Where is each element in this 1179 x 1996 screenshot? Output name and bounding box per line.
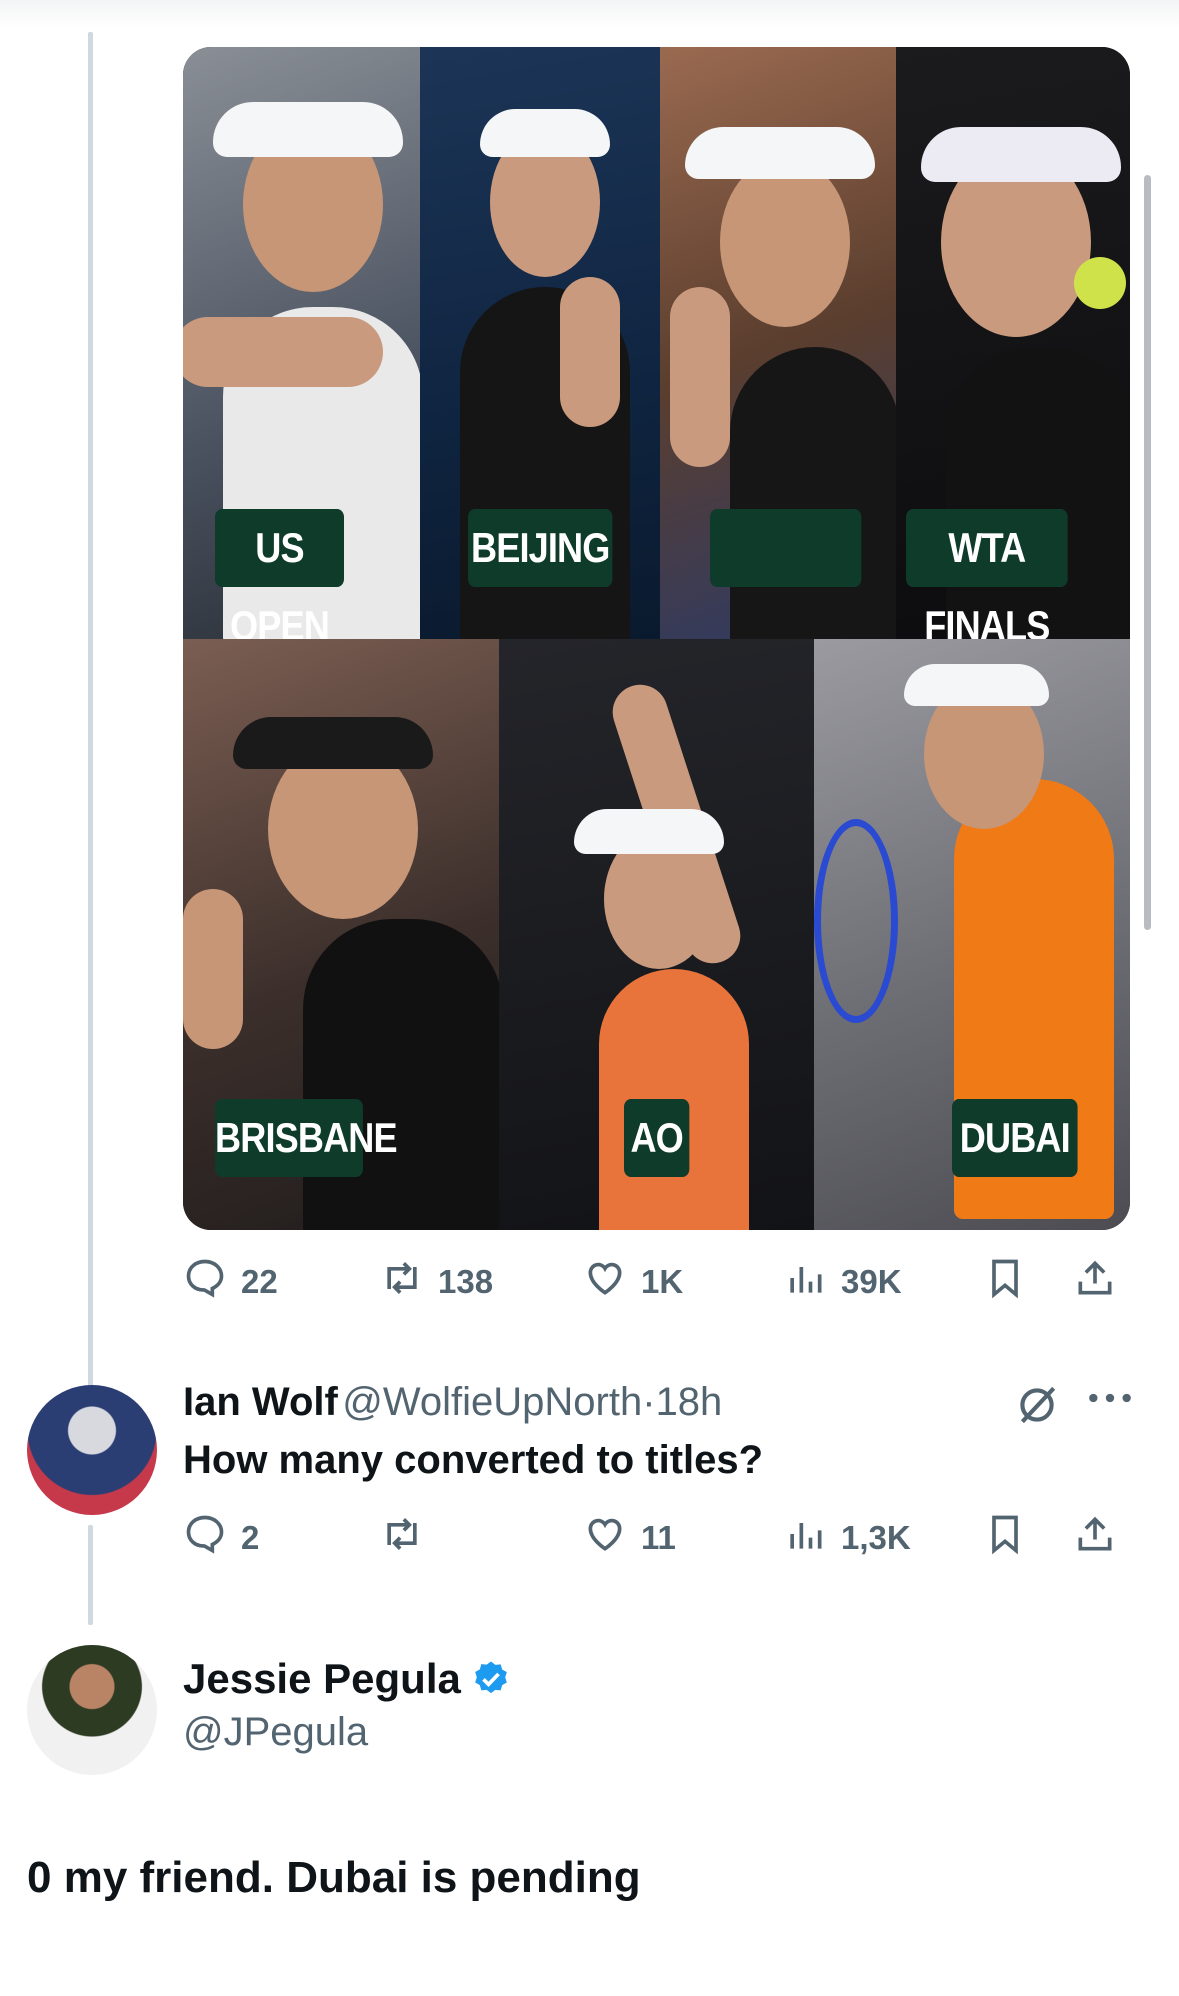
media-label-beijing: BEIJING bbox=[468, 509, 613, 587]
reply-bookmark-button[interactable] bbox=[983, 1508, 1041, 1568]
comment-icon bbox=[183, 1512, 241, 1564]
repost-icon bbox=[380, 1512, 438, 1564]
heart-icon bbox=[583, 1512, 641, 1564]
reply-reply-button[interactable]: 2 bbox=[183, 1508, 259, 1568]
media-label-wta-finals: WTA FINALS bbox=[906, 509, 1068, 639]
top-fade bbox=[0, 0, 1179, 28]
views-icon bbox=[783, 1256, 841, 1308]
reply-share-button[interactable] bbox=[1073, 1508, 1131, 1568]
grok-icon[interactable] bbox=[1012, 1380, 1062, 1430]
thread-line bbox=[88, 32, 93, 1407]
avatar-jessie-pegula[interactable] bbox=[27, 1645, 157, 1775]
tweet-media-grid[interactable]: US OPEN BEIJING WTA FINALS BRISBANE AO D… bbox=[183, 47, 1130, 1230]
reply-time[interactable]: 18h bbox=[656, 1380, 723, 1424]
share-button[interactable] bbox=[1073, 1252, 1131, 1312]
more-icon[interactable] bbox=[1085, 1388, 1135, 1418]
repost-icon bbox=[380, 1256, 438, 1308]
photo-ao[interactable]: AO bbox=[499, 639, 814, 1230]
reply-like-button[interactable]: 11 bbox=[583, 1508, 676, 1568]
photo-untitled[interactable] bbox=[660, 47, 896, 639]
reply-action-bar: 2 11 1,3K bbox=[183, 1508, 1130, 1568]
photo-wta-finals[interactable]: WTA FINALS bbox=[896, 47, 1130, 639]
media-label-ao: AO bbox=[624, 1099, 690, 1177]
focused-reply-text: 0 my friend. Dubai is pending bbox=[27, 1853, 641, 1902]
photo-us-open[interactable]: US OPEN bbox=[183, 47, 420, 639]
reply-text: How many converted to titles? bbox=[183, 1438, 764, 1482]
reply-author-handle[interactable]: @WolfieUpNorth bbox=[342, 1380, 642, 1424]
verified-icon bbox=[471, 1659, 511, 1699]
photo-brisbane[interactable]: BRISBANE bbox=[183, 639, 499, 1230]
reply-views-count: 1,3K bbox=[841, 1519, 911, 1556]
tennis-ball bbox=[1074, 257, 1126, 309]
repost-count: 138 bbox=[438, 1263, 494, 1300]
photo-dubai[interactable]: DUBAI bbox=[814, 639, 1130, 1230]
views-icon bbox=[783, 1512, 841, 1564]
tennis-racket bbox=[814, 819, 898, 1023]
thread-line bbox=[88, 1525, 93, 1625]
reply-repost-button[interactable] bbox=[380, 1508, 438, 1568]
reply-button[interactable]: 22 bbox=[183, 1252, 278, 1312]
reply-views-button[interactable]: 1,3K bbox=[783, 1508, 911, 1568]
views-count: 39K bbox=[841, 1263, 902, 1300]
meta-separator: · bbox=[642, 1380, 656, 1424]
comment-icon bbox=[183, 1256, 241, 1308]
tweet-action-bar: 22 138 1K 39K bbox=[183, 1252, 1130, 1312]
photo-beijing[interactable]: BEIJING bbox=[420, 47, 660, 639]
focused-author-handle[interactable]: @JPegula bbox=[183, 1710, 368, 1755]
bookmark-icon bbox=[983, 1256, 1041, 1308]
media-label-brisbane: BRISBANE bbox=[215, 1099, 398, 1177]
bookmark-button[interactable] bbox=[983, 1252, 1041, 1312]
media-label-us-open: US OPEN bbox=[215, 509, 344, 639]
media-label-dubai: DUBAI bbox=[952, 1099, 1078, 1177]
views-button[interactable]: 39K bbox=[783, 1252, 902, 1312]
reply-author-name[interactable]: Ian Wolf bbox=[183, 1380, 338, 1424]
reply-count: 22 bbox=[241, 1263, 278, 1300]
reply-header: Ian Wolf @WolfieUpNorth·18h bbox=[183, 1380, 722, 1425]
scrollbar[interactable] bbox=[1144, 175, 1151, 930]
repost-button[interactable]: 138 bbox=[380, 1252, 493, 1312]
avatar-ian-wolf[interactable] bbox=[27, 1385, 157, 1515]
share-icon bbox=[1073, 1256, 1131, 1308]
bookmark-icon bbox=[983, 1512, 1041, 1564]
focused-author-row: Jessie Pegula bbox=[183, 1655, 511, 1703]
reply-reply-count: 2 bbox=[241, 1519, 260, 1556]
like-button[interactable]: 1K bbox=[583, 1252, 683, 1312]
share-icon bbox=[1073, 1512, 1131, 1564]
like-count: 1K bbox=[641, 1263, 684, 1300]
reply-like-count: 11 bbox=[641, 1519, 676, 1556]
focused-author-name[interactable]: Jessie Pegula bbox=[183, 1655, 461, 1703]
media-label-blank bbox=[710, 509, 862, 587]
heart-icon bbox=[583, 1256, 641, 1308]
